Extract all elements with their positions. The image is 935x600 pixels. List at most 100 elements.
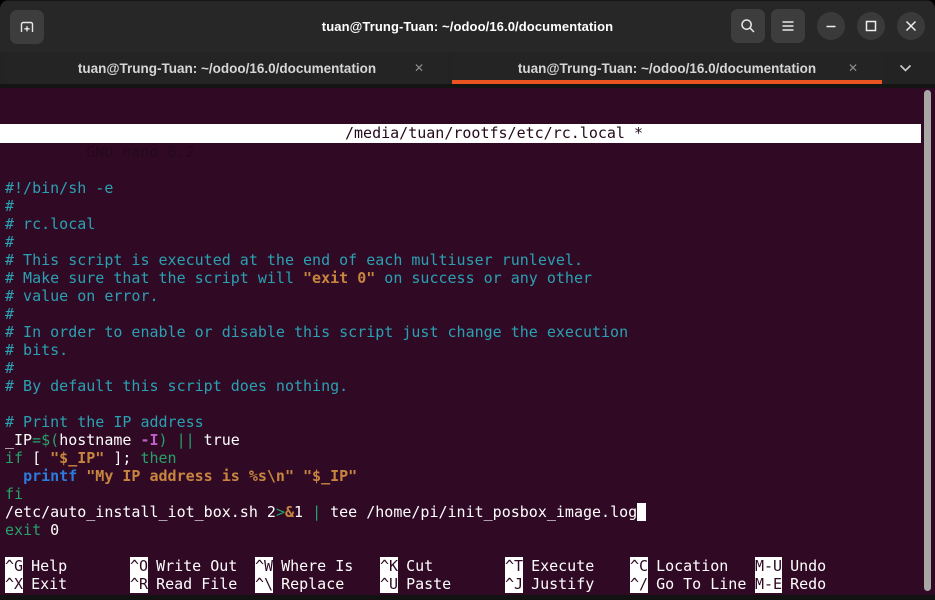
tab-close-icon[interactable]: ✕ bbox=[414, 62, 424, 74]
shortcut-key: ^K bbox=[380, 557, 398, 575]
tab-close-icon[interactable]: ✕ bbox=[848, 62, 858, 74]
editor-line bbox=[5, 395, 935, 413]
code-token: 1 bbox=[294, 503, 312, 521]
shortcut-label: Write Out bbox=[156, 557, 237, 575]
menu-button[interactable] bbox=[771, 9, 805, 43]
editor-line: fi bbox=[5, 485, 935, 503]
editor-line: # bits. bbox=[5, 341, 935, 359]
shortcut-replace: ^\Replace bbox=[255, 575, 380, 593]
code-token: _IP bbox=[5, 431, 32, 449]
tab-list-chevron-button[interactable] bbox=[883, 52, 927, 84]
close-button[interactable] bbox=[897, 12, 925, 40]
code-token: "$_IP" bbox=[50, 449, 104, 467]
shortcut-label: Justify bbox=[531, 575, 594, 593]
code-token: # rc.local bbox=[5, 215, 95, 233]
terminal-window: tuan@Trung-Tuan: ~/odoo/16.0/documentati… bbox=[0, 0, 935, 600]
shortcut-label: Go To Line bbox=[656, 575, 746, 593]
shortcut-key: ^G bbox=[5, 557, 23, 575]
shortcut-key: M-U bbox=[755, 557, 782, 575]
editor-line: #!/bin/sh -e bbox=[5, 179, 935, 197]
editor-line: # rc.local bbox=[5, 215, 935, 233]
tab-documentation-2[interactable]: tuan@Trung-Tuan: ~/odoo/16.0/documentati… bbox=[452, 52, 882, 84]
code-token: then bbox=[140, 449, 176, 467]
shortcut-label: Redo bbox=[790, 575, 826, 593]
shortcut-cut: ^KCut bbox=[380, 557, 505, 575]
shortcut-key: ^J bbox=[505, 575, 523, 593]
shortcut-label: Undo bbox=[790, 557, 826, 575]
code-token: # Make sure that the script will bbox=[5, 269, 303, 287]
code-token bbox=[168, 431, 177, 449]
shortcut-label: Replace bbox=[281, 575, 344, 593]
code-token: printf bbox=[23, 467, 77, 485]
editor-line: _IP=$(hostname -I) || true bbox=[5, 431, 935, 449]
shortcut-justify: ^J Justify bbox=[505, 575, 630, 593]
editor-line: if [ "$_IP" ]; then bbox=[5, 449, 935, 467]
shortcut-key: ^W bbox=[255, 557, 273, 575]
minimize-button[interactable] bbox=[817, 12, 845, 40]
code-token: true bbox=[195, 431, 240, 449]
shortcut-label: Where Is bbox=[281, 557, 353, 575]
shortcut-where-is: ^W Where Is bbox=[255, 557, 380, 575]
code-token: | bbox=[312, 503, 321, 521]
editor-line: # In order to enable or disable this scr… bbox=[5, 323, 935, 341]
shortcut-exit: ^X Exit bbox=[5, 575, 130, 593]
code-token: /etc/auto_install_iot_box.sh 2 bbox=[5, 503, 276, 521]
maximize-button[interactable] bbox=[857, 12, 885, 40]
chevron-down-icon bbox=[899, 64, 912, 72]
code-token bbox=[294, 467, 303, 485]
editor-line: /etc/auto_install_iot_box.sh 2>&1 | tee … bbox=[5, 503, 935, 521]
text-cursor bbox=[637, 503, 646, 521]
search-button[interactable] bbox=[731, 9, 765, 43]
code-token: # By default this script does nothing. bbox=[5, 377, 348, 395]
code-token: # In order to enable or disable this scr… bbox=[5, 323, 628, 341]
code-token: # bbox=[5, 305, 14, 323]
editor-line: # Make sure that the script will "exit 0… bbox=[5, 269, 935, 287]
titlebar: tuan@Trung-Tuan: ~/odoo/16.0/documentati… bbox=[0, 0, 935, 52]
terminal-content[interactable]: GNU nano 6.2 /media/tuan/rootfs/etc/rc.l… bbox=[0, 88, 935, 600]
shortcut-execute: ^TExecute bbox=[505, 557, 630, 575]
window-bottom-edge bbox=[0, 595, 935, 600]
code-token: if bbox=[5, 449, 23, 467]
shortcut-label: Help bbox=[31, 557, 67, 575]
code-token: fi bbox=[5, 485, 23, 503]
shortcut-location: ^C Location bbox=[630, 557, 755, 575]
search-icon bbox=[739, 17, 757, 35]
editor-text: #!/bin/sh -e## rc.local## This script is… bbox=[0, 179, 935, 539]
code-token: ]; bbox=[104, 449, 140, 467]
editor-line: # value on error. bbox=[5, 287, 935, 305]
shortcut-key: ^/ bbox=[630, 575, 648, 593]
code-token bbox=[5, 467, 23, 485]
code-token: =$( bbox=[32, 431, 59, 449]
editor-line: # bbox=[5, 233, 935, 251]
code-token: "My IP address is %s\n" bbox=[86, 467, 294, 485]
editor-line: # By default this script does nothing. bbox=[5, 377, 935, 395]
code-token: # bits. bbox=[5, 341, 68, 359]
editor-line: exit 0 bbox=[5, 521, 935, 539]
code-token: ) bbox=[159, 431, 168, 449]
code-token: & bbox=[285, 503, 294, 521]
shortcut-key: ^C bbox=[630, 557, 648, 575]
nano-titlebar: GNU nano 6.2 /media/tuan/rootfs/etc/rc.l… bbox=[0, 124, 921, 143]
hamburger-menu-icon bbox=[779, 17, 797, 35]
shortcut-undo: M-U Undo bbox=[755, 557, 880, 575]
tab-documentation-1[interactable]: tuan@Trung-Tuan: ~/odoo/16.0/documentati… bbox=[6, 52, 448, 84]
code-token: # This script is executed at the end of … bbox=[5, 251, 583, 269]
shortcut-label: Exit bbox=[31, 575, 67, 593]
shortcut-label: Read File bbox=[156, 575, 237, 593]
shortcut-key: ^X bbox=[5, 575, 23, 593]
scrollbar[interactable] bbox=[924, 90, 931, 591]
shortcut-redo: M-ERedo bbox=[755, 575, 880, 593]
code-token: "exit 0" bbox=[303, 269, 375, 287]
editor-line: # This script is executed at the end of … bbox=[5, 251, 935, 269]
code-token: > bbox=[276, 503, 285, 521]
editor-line: # bbox=[5, 359, 935, 377]
code-token: exit bbox=[5, 521, 41, 539]
shortcut-label: Location bbox=[656, 557, 728, 575]
code-token: 0 bbox=[41, 521, 59, 539]
nano-file-path: /media/tuan/rootfs/etc/rc.local * bbox=[345, 124, 643, 143]
code-token: # Print the IP address bbox=[5, 413, 204, 431]
code-token: # bbox=[5, 359, 14, 377]
shortcut-paste: ^UPaste bbox=[380, 575, 505, 593]
editor-line: # Print the IP address bbox=[5, 413, 935, 431]
code-token: -I bbox=[140, 431, 158, 449]
